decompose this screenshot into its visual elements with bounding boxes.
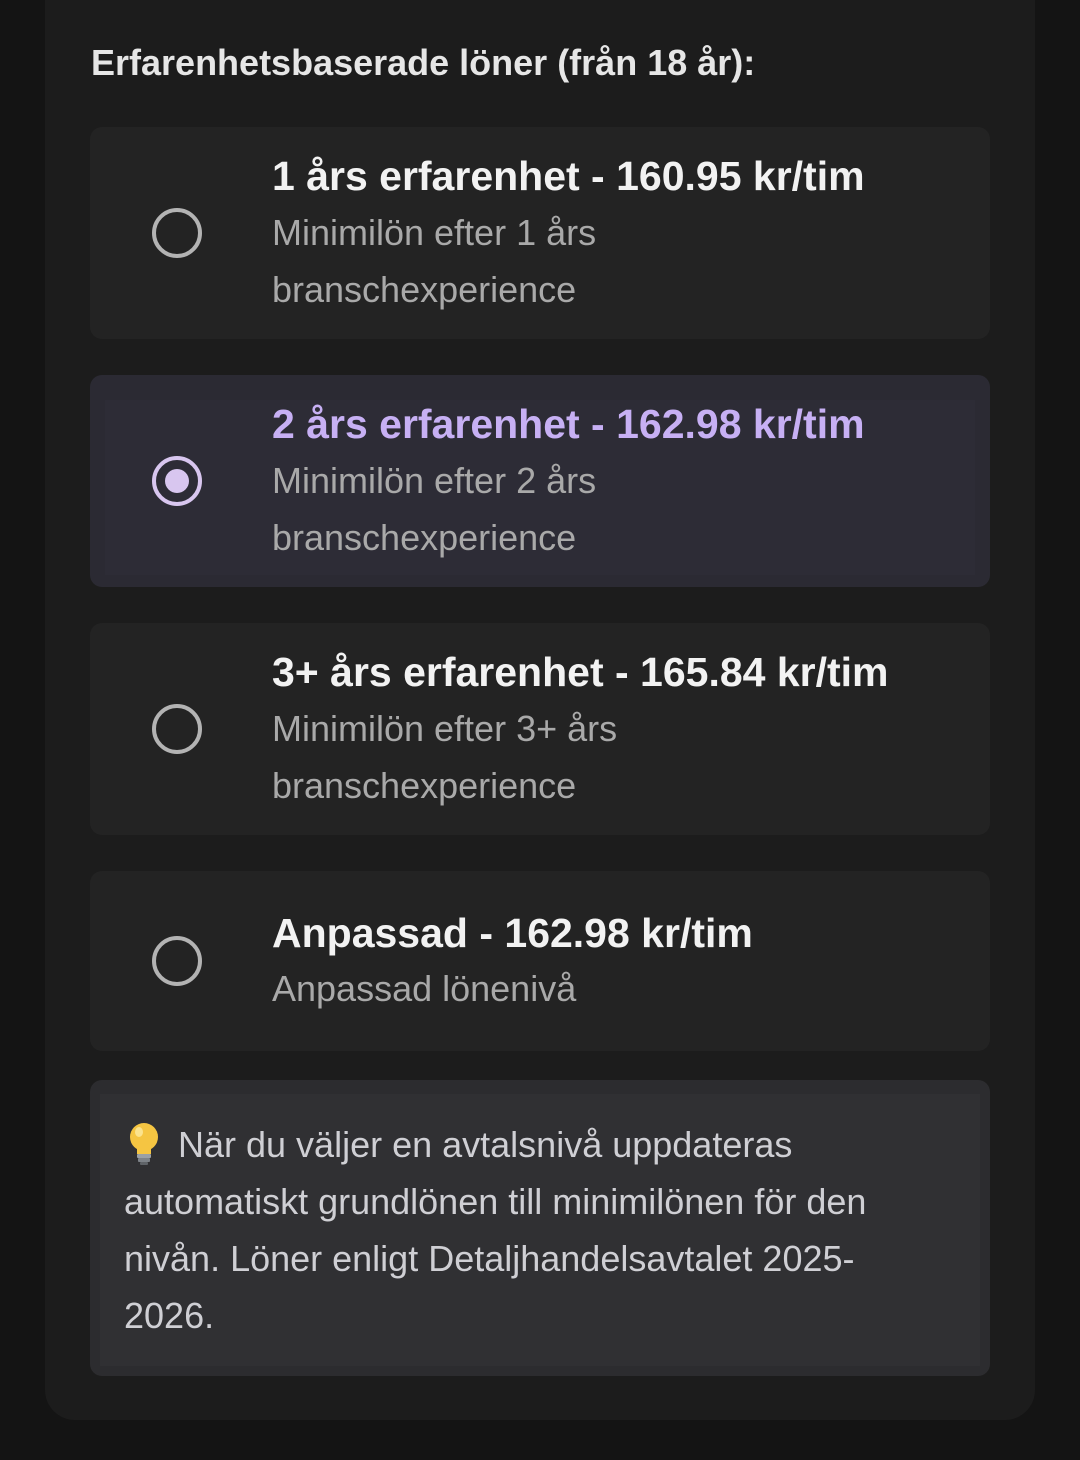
radio-button[interactable] [152,936,202,986]
option-2-text-group: 2 års erfarenhet - 162.98 kr/tim Minimil… [272,396,1040,566]
info-box: När du väljer en avtalsnivå uppdateras a… [90,1080,990,1376]
option-subtitle: Minimilön efter 2 års branschexperience [272,460,597,558]
option-title: 2 års erfarenhet - 162.98 kr/tim [272,401,865,447]
lightbulb-icon [124,1121,164,1165]
option-subtitle: Minimilön efter 1 års branschexperience [272,212,597,310]
radio-button[interactable] [152,704,202,754]
option-4-text-group: Anpassad - 162.98 kr/tim Anpassad löneni… [272,905,1040,1016]
section-title: Erfarenhetsbaserade löner (från 18 år): [91,42,756,83]
option-subtitle: Minimilön efter 3+ års branschexperience [272,708,618,806]
info-text-container: När du väljer en avtalsnivå uppdateras a… [124,1116,944,1344]
option-1-text-group: 1 års erfarenhet - 160.95 kr/tim Minimil… [272,148,1040,318]
option-title: Anpassad - 162.98 kr/tim [272,910,753,956]
radio-button-selected[interactable] [152,456,202,506]
info-text: När du väljer en avtalsnivå uppdateras a… [124,1124,867,1336]
option-title: 3+ års erfarenhet - 165.84 kr/tim [272,649,889,695]
option-subtitle: Anpassad lönenivå [272,968,577,1009]
radio-button[interactable] [152,208,202,258]
option-title: 1 års erfarenhet - 160.95 kr/tim [272,153,865,199]
option-3-text-group: 3+ års erfarenhet - 165.84 kr/tim Minimi… [272,644,1040,814]
